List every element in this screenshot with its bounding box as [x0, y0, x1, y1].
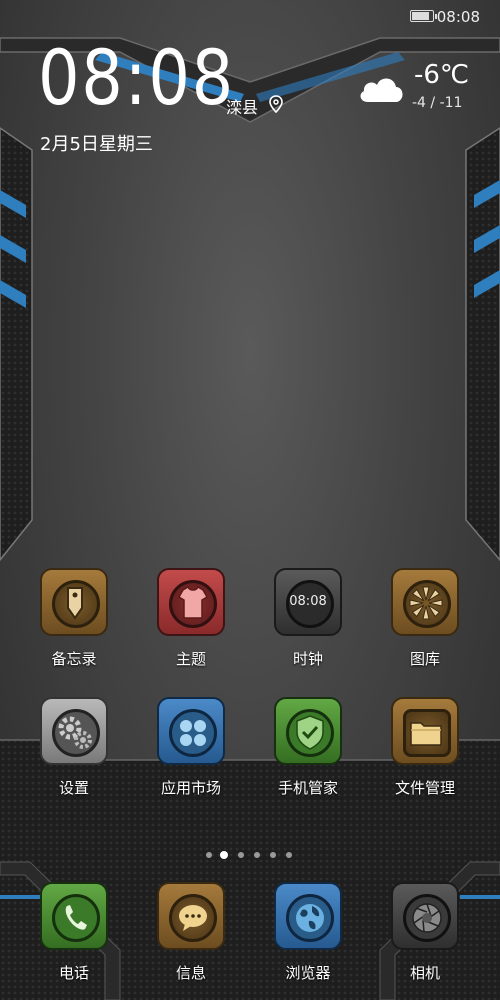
dock-messages[interactable]: 信息: [133, 882, 249, 992]
page-dot[interactable]: [270, 852, 276, 858]
gear-icon: [40, 697, 108, 765]
app-label: 相机: [409, 964, 440, 982]
clover-icon: [157, 697, 225, 765]
phone-icon: [40, 882, 108, 950]
page-dot[interactable]: [206, 852, 212, 858]
app-memo[interactable]: 备忘录: [16, 568, 132, 678]
app-file-manager[interactable]: 文件管理: [367, 697, 483, 807]
app-label: 应用市场: [160, 779, 221, 797]
app-label: 设置: [58, 779, 89, 797]
app-label: 电话: [58, 964, 89, 982]
camera-icon: [391, 882, 459, 950]
dock-camera[interactable]: 相机: [367, 882, 483, 992]
page-indicator[interactable]: [200, 850, 300, 860]
page-dot[interactable]: [254, 852, 260, 858]
page-dot[interactable]: [238, 852, 244, 858]
dock-browser[interactable]: 浏览器: [250, 882, 366, 992]
page-dot[interactable]: [286, 852, 292, 858]
status-bar: 08:08: [0, 0, 500, 34]
app-theme[interactable]: 主题: [133, 568, 249, 678]
app-label: 信息: [175, 964, 206, 982]
app-label: 图库: [409, 650, 440, 668]
app-settings[interactable]: 设置: [16, 697, 132, 807]
date-label[interactable]: 2月5日星期三: [40, 130, 153, 156]
location-pin-icon: [269, 95, 283, 113]
message-icon: [157, 882, 225, 950]
app-market[interactable]: 应用市场: [133, 697, 249, 807]
app-label: 文件管理: [394, 779, 455, 797]
dock-phone[interactable]: 电话: [16, 882, 132, 992]
app-phone-manager[interactable]: 手机管家: [250, 697, 366, 807]
app-label: 备忘录: [51, 650, 97, 668]
widget-time: 08:08: [38, 33, 235, 122]
status-time: 08:08: [436, 8, 480, 26]
memo-icon: [40, 568, 108, 636]
clock-icon: 08:08: [274, 568, 342, 636]
temperature-range: -4 / -11: [412, 95, 463, 111]
page-dot-active[interactable]: [220, 851, 228, 859]
shield-check-icon: [274, 697, 342, 765]
app-label: 时钟: [292, 650, 323, 668]
battery-icon: [410, 10, 437, 22]
cloud-icon[interactable]: [356, 70, 406, 106]
gallery-icon: [391, 568, 459, 636]
app-label: 手机管家: [277, 779, 338, 797]
folder-icon: [391, 697, 459, 765]
clock-icon-time: 08:08: [289, 594, 327, 609]
globe-icon: [274, 882, 342, 950]
tshirt-icon: [157, 568, 225, 636]
temperature[interactable]: -6℃: [414, 60, 469, 90]
location-label[interactable]: 滦县: [226, 94, 258, 118]
app-clock[interactable]: 08:08 时钟: [250, 568, 366, 678]
app-gallery[interactable]: 图库: [367, 568, 483, 678]
app-label: 主题: [175, 650, 206, 668]
app-label: 浏览器: [285, 964, 331, 982]
